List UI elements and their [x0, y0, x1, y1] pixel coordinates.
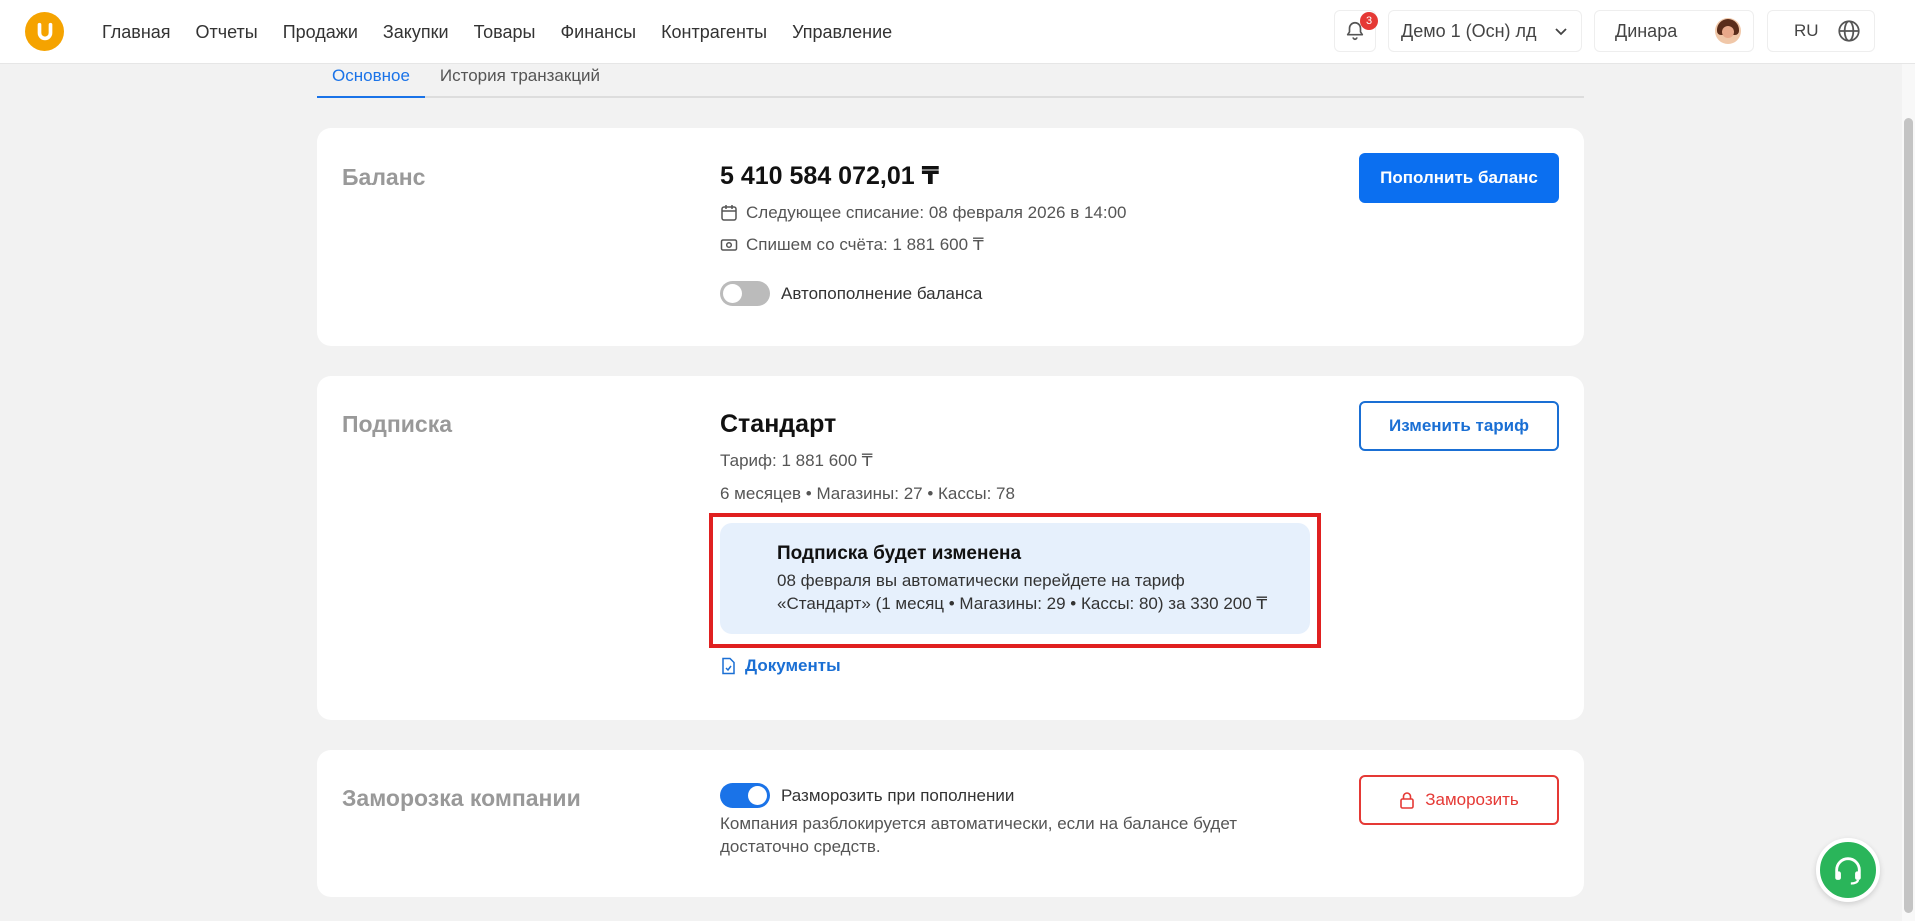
balance-amount: 5 410 584 072,01 ₸: [720, 162, 939, 190]
lock-icon: [1400, 792, 1415, 809]
chevron-down-icon: [1555, 28, 1567, 36]
next-charge-text: Следующее списание: 08 февраля 2026 в 14…: [746, 203, 1127, 222]
tabs: Основное История транзакций: [317, 64, 1584, 98]
balance-title: Баланс: [342, 164, 426, 190]
freeze-button-label: Заморозить: [1425, 790, 1519, 809]
globe-icon: [1838, 20, 1860, 42]
tab-transaction-history[interactable]: История транзакций: [425, 64, 615, 98]
language-label: RU: [1794, 21, 1819, 40]
nav-item-counterparties[interactable]: Контрагенты: [661, 22, 767, 43]
freeze-description: Компания разблокируется автоматически, е…: [720, 814, 1237, 856]
notice-title: Подписка будет изменена: [777, 543, 1022, 564]
nav-item-purchases[interactable]: Закупки: [383, 22, 449, 43]
autorefill-row: Автопополнение баланса: [720, 281, 1127, 306]
freeze-title: Заморозка компании: [342, 785, 581, 811]
charge-amount-text: Спишем со счёта: 1 881 600 ₸: [746, 235, 984, 254]
freeze-button[interactable]: Заморозить: [1359, 775, 1559, 825]
tab-main[interactable]: Основное: [317, 64, 425, 98]
company-select-label: Демо 1 (Осн) лд: [1401, 20, 1537, 41]
headset-icon: [1835, 857, 1861, 885]
topup-balance-button[interactable]: Пополнить баланс: [1359, 153, 1559, 203]
logo-icon[interactable]: [25, 12, 64, 51]
balance-card: Баланс 5 410 584 072,01 ₸ Следующее спис…: [317, 128, 1584, 346]
top-bar: Главная Отчеты Продажи Закупки Товары Фи…: [0, 0, 1915, 64]
nav-item-management[interactable]: Управление: [792, 22, 892, 43]
notice-text: 08 февраля вы автоматически перейдете на…: [777, 569, 1267, 615]
plan-tariff: Тариф: 1 881 600 ₸: [720, 451, 873, 470]
language-select[interactable]: RU: [1767, 10, 1875, 52]
plan-name: Стандарт: [720, 410, 837, 438]
main-nav: Главная Отчеты Продажи Закупки Товары Фи…: [102, 0, 917, 64]
charge-amount: Спишем со счёта: 1 881 600 ₸: [720, 235, 1127, 255]
money-icon: [720, 239, 738, 251]
change-tariff-button[interactable]: Изменить тариф: [1359, 401, 1559, 451]
nav-item-sales[interactable]: Продажи: [283, 22, 358, 43]
documents-link[interactable]: Документы: [720, 656, 841, 676]
unfreeze-toggle[interactable]: [720, 783, 770, 808]
page-scrollbar[interactable]: [1902, 64, 1915, 921]
calendar-icon: [721, 205, 737, 221]
nav-item-products[interactable]: Товары: [474, 22, 536, 43]
avatar: [1715, 18, 1741, 44]
next-charge: Следующее списание: 08 февраля 2026 в 14…: [720, 203, 1127, 223]
document-icon: [722, 657, 735, 675]
user-name: Динара: [1615, 20, 1678, 41]
documents-link-label: Документы: [745, 656, 841, 675]
scroll-thumb[interactable]: [1904, 118, 1913, 913]
freeze-card: Заморозка компании Разморозить при попол…: [317, 750, 1584, 897]
autorefill-label: Автопополнение баланса: [781, 283, 983, 303]
subscription-title: Подписка: [342, 411, 453, 437]
unfreeze-row: Разморозить при пополнении: [720, 783, 1280, 808]
notifications-button[interactable]: 3: [1334, 10, 1378, 52]
company-select[interactable]: Демо 1 (Осн) лд: [1388, 10, 1582, 52]
autorefill-toggle[interactable]: [720, 281, 770, 306]
unfreeze-label: Разморозить при пополнении: [781, 785, 1015, 805]
support-chat-button[interactable]: [1816, 838, 1880, 902]
user-menu[interactable]: Динара: [1594, 10, 1754, 52]
notice-line-1: 08 февраля вы автоматически перейдете на…: [777, 571, 1185, 590]
notification-badge: 3: [1360, 12, 1378, 30]
subscription-change-notice: Подписка будет изменена 08 февраля вы ав…: [720, 523, 1310, 634]
plan-details: 6 месяцев • Магазины: 27 • Кассы: 78: [720, 484, 1015, 503]
nav-item-reports[interactable]: Отчеты: [196, 22, 258, 43]
notice-line-2: «Стандарт» (1 месяц • Магазины: 29 • Кас…: [777, 594, 1268, 613]
nav-item-home[interactable]: Главная: [102, 22, 171, 43]
nav-item-finance[interactable]: Финансы: [560, 22, 636, 43]
